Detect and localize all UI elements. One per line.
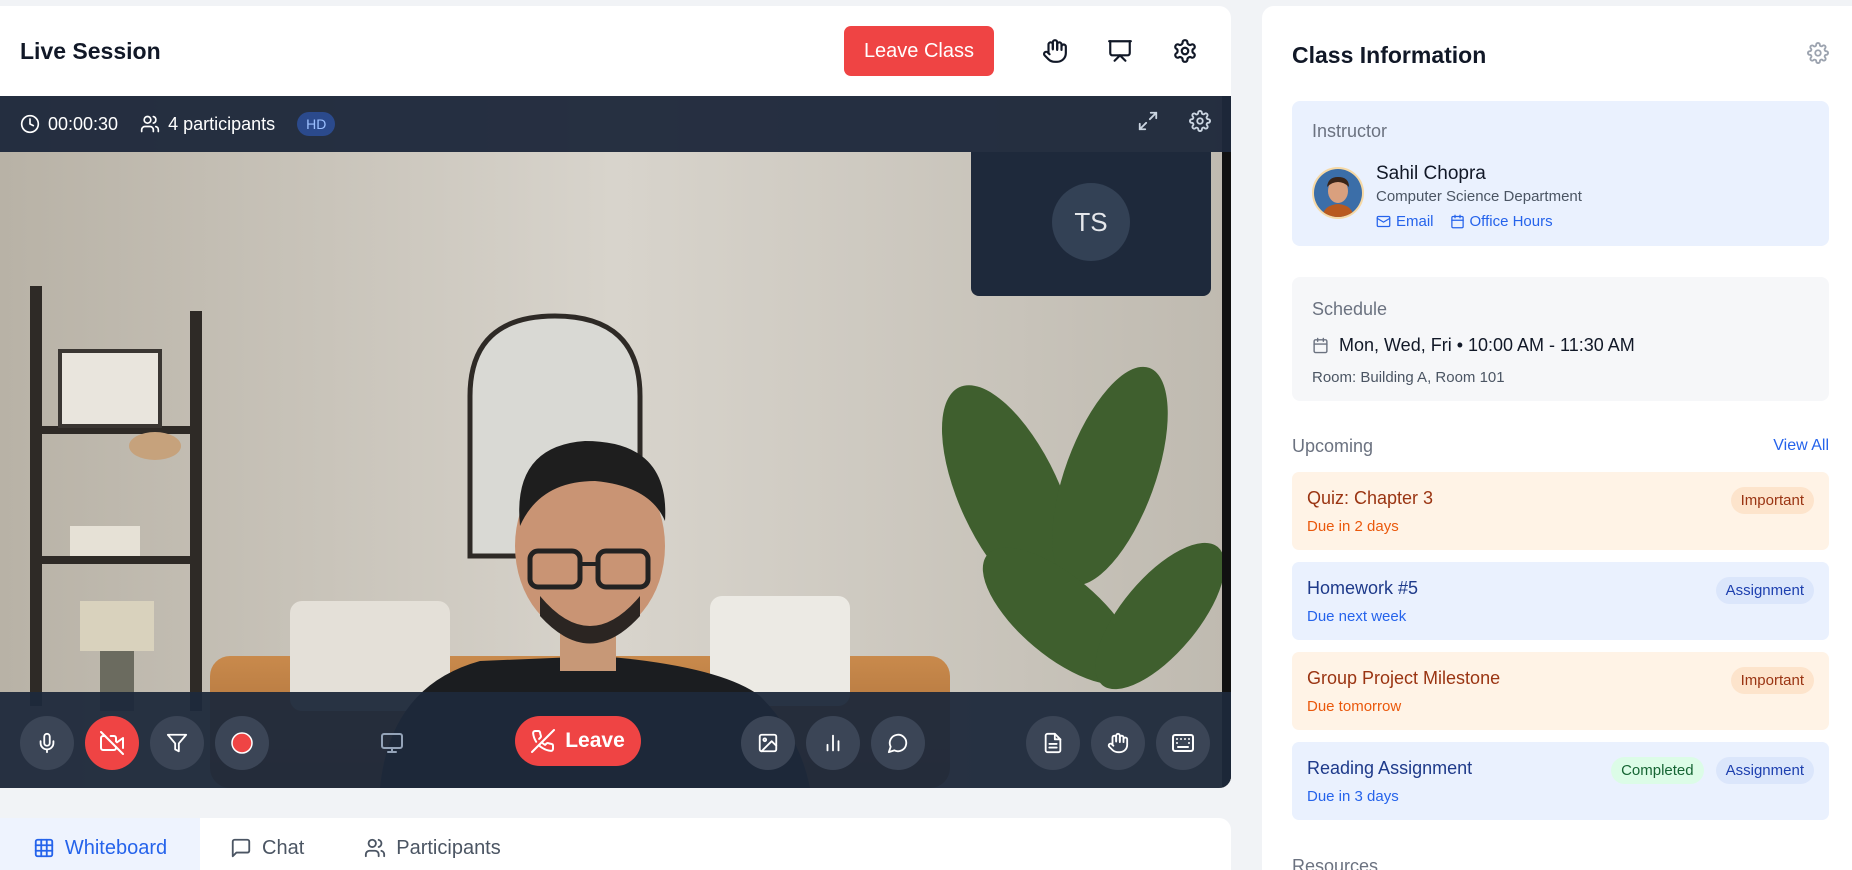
instructor-card: Instructor Sahil Chopra Computer Science…: [1292, 101, 1829, 246]
important-badge: Important: [1730, 487, 1814, 514]
video-info-bar: 00:00:30 4 participants HD: [0, 96, 1231, 152]
view-all-link[interactable]: View All: [1773, 437, 1829, 455]
schedule-label: Schedule: [1312, 299, 1388, 319]
schedule-room: Room: Building A, Room 101: [1312, 369, 1505, 386]
upcoming-due: Due in 2 days: [1307, 518, 1399, 535]
badges: Important: [1730, 667, 1814, 694]
grid-icon: [33, 837, 55, 859]
resources-label: Resources: [1292, 856, 1379, 870]
poll-chart-icon[interactable]: [806, 716, 860, 770]
leave-label: Leave: [565, 729, 625, 752]
participant-count: 4 participants: [140, 114, 275, 135]
tab-label: Participants: [396, 836, 501, 859]
upcoming-item[interactable]: Homework #5 Due next week Assignment: [1292, 562, 1829, 640]
phone-off-icon: [531, 729, 556, 753]
upcoming-title: Group Project Milestone: [1307, 668, 1501, 688]
video-top-actions: [1137, 110, 1211, 132]
tab-participants[interactable]: Participants: [334, 818, 531, 870]
document-icon[interactable]: [1026, 716, 1080, 770]
badges: Completed Assignment: [1611, 757, 1814, 784]
raise-hand-icon[interactable]: [1029, 25, 1081, 77]
upcoming-due: Due in 3 days: [1307, 788, 1399, 805]
chat-bubble-icon[interactable]: [871, 716, 925, 770]
users-icon: [140, 114, 160, 134]
leave-call-button[interactable]: Leave: [515, 716, 641, 766]
email-link[interactable]: Email: [1376, 213, 1434, 230]
settings-icon[interactable]: [1159, 25, 1211, 77]
presentation-icon[interactable]: [1094, 25, 1146, 77]
instructor-label: Instructor: [1312, 121, 1388, 141]
upcoming-item[interactable]: Quiz: Chapter 3 Due in 2 days Important: [1292, 472, 1829, 550]
instructor-department: Computer Science Department: [1376, 188, 1582, 205]
session-tabs: Whiteboard Chat Participants: [0, 818, 1231, 870]
email-label: Email: [1396, 213, 1434, 230]
tab-whiteboard[interactable]: Whiteboard: [0, 818, 200, 870]
assignment-badge: Assignment: [1715, 757, 1814, 784]
record-icon[interactable]: [215, 716, 269, 770]
raise-hand-control-icon[interactable]: [1091, 716, 1145, 770]
schedule-time-row: Mon, Wed, Fri • 10:00 AM - 11:30 AM: [1312, 335, 1635, 356]
camera-off-icon[interactable]: [85, 716, 139, 770]
schedule-card: Schedule Mon, Wed, Fri • 10:00 AM - 11:3…: [1292, 277, 1829, 401]
upcoming-item[interactable]: Group Project Milestone Due tomorrow Imp…: [1292, 652, 1829, 730]
video-stage: 00:00:30 4 participants HD TS Leave: [0, 96, 1231, 788]
calendar-icon: [1312, 337, 1329, 354]
office-hours-link[interactable]: Office Hours: [1450, 213, 1553, 230]
page-title: Live Session: [20, 37, 161, 64]
tab-label: Whiteboard: [64, 836, 168, 859]
schedule-time: Mon, Wed, Fri • 10:00 AM - 11:30 AM: [1339, 335, 1635, 355]
call-controls: Leave: [0, 692, 1231, 788]
timer-text: 00:00:30: [48, 113, 119, 134]
upcoming-title: Homework #5: [1307, 578, 1419, 598]
class-info-panel: Class Information Instructor Sahil Chopr…: [1262, 6, 1852, 870]
tab-label: Chat: [262, 836, 305, 859]
header-actions: Leave Class: [843, 25, 1211, 77]
participants-text: 4 participants: [168, 113, 276, 134]
class-info-title: Class Information: [1292, 42, 1487, 68]
instructor-name: Sahil Chopra: [1376, 163, 1486, 184]
screen-share-icon[interactable]: [365, 716, 419, 770]
microphone-icon[interactable]: [20, 716, 74, 770]
session-timer: 00:00:30: [20, 114, 118, 135]
badges: Important: [1730, 487, 1814, 514]
clock-icon: [20, 114, 40, 134]
users-icon: [364, 837, 386, 859]
instructor-links: Email Office Hours: [1376, 213, 1553, 230]
panel-settings-icon[interactable]: [1807, 42, 1829, 64]
mail-icon: [1376, 214, 1391, 229]
filter-icon[interactable]: [150, 716, 204, 770]
upcoming-label: Upcoming: [1292, 436, 1374, 456]
session-header: Live Session Leave Class: [0, 6, 1231, 96]
video-settings-icon[interactable]: [1189, 110, 1211, 132]
upcoming-due: Due next week: [1307, 608, 1407, 625]
tab-chat[interactable]: Chat: [200, 818, 334, 870]
live-session-card: Live Session Leave Class 00:00:30 4 part…: [0, 6, 1231, 788]
completed-badge: Completed: [1611, 757, 1704, 784]
badges: Assignment: [1715, 577, 1814, 604]
leave-class-button[interactable]: Leave Class: [843, 26, 994, 76]
image-icon[interactable]: [741, 716, 795, 770]
office-hours-label: Office Hours: [1469, 213, 1553, 230]
calendar-icon: [1450, 214, 1465, 229]
assignment-badge: Assignment: [1715, 577, 1814, 604]
chat-icon: [230, 837, 252, 859]
self-avatar: TS: [1052, 183, 1130, 261]
keyboard-icon[interactable]: [1156, 716, 1210, 770]
upcoming-title: Quiz: Chapter 3: [1307, 488, 1434, 508]
fullscreen-icon[interactable]: [1137, 110, 1159, 132]
important-badge: Important: [1730, 667, 1814, 694]
upcoming-item[interactable]: Reading Assignment Due in 3 days Complet…: [1292, 742, 1829, 820]
quality-badge: HD: [297, 112, 336, 136]
instructor-avatar: [1312, 167, 1364, 219]
upcoming-due: Due tomorrow: [1307, 698, 1402, 715]
self-video-tile[interactable]: TS: [971, 152, 1211, 296]
upcoming-title: Reading Assignment: [1307, 758, 1473, 778]
